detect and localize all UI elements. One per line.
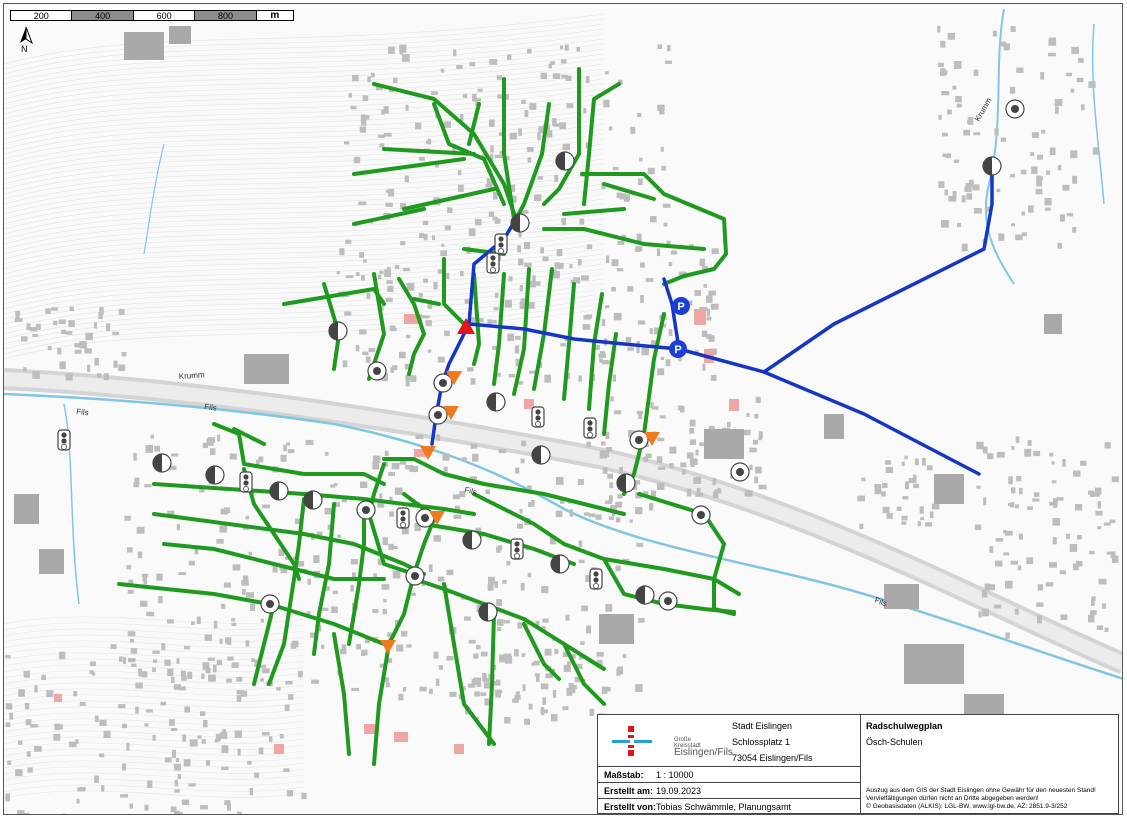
scale-bar: 200 400 600 800 m <box>10 10 294 21</box>
author-label: Erstellt von: <box>604 802 657 812</box>
address-street: Schlossplatz 1 <box>732 737 791 747</box>
map-info-box: Große Kreisstadt Eislingen/Fils Stadt Ei… <box>597 714 1119 814</box>
traffic-light-icon <box>239 471 253 493</box>
label-fils-2: Fils <box>204 402 218 413</box>
traffic-light-icon <box>57 429 71 451</box>
disclaimer-1: Auszug aus dem GIS der Stadt Eislingen o… <box>866 787 1096 794</box>
half-circle-marker-icon <box>205 465 225 485</box>
half-circle-marker-icon <box>462 530 482 550</box>
half-circle-marker-icon <box>303 490 323 510</box>
plan-title: Radschulwegplan <box>866 721 943 731</box>
disclaimer-3: © Geobasisdaten (ALKIS): LGL-BW, www.lgl… <box>866 803 1068 810</box>
half-circle-marker-icon <box>531 445 551 465</box>
school-marker-icon <box>691 505 711 525</box>
traffic-light-icon <box>494 233 508 255</box>
scale-seg-4: 800 <box>195 11 257 21</box>
map-frame[interactable]: Fils Fils Fils Krumm Fils Krumm PP 200 4… <box>3 3 1123 815</box>
half-circle-marker-icon <box>982 156 1002 176</box>
created-value: 19.09.2023 <box>656 786 702 796</box>
half-circle-marker-icon <box>635 585 655 605</box>
school-marker-icon <box>428 405 448 425</box>
scale-label: Maßstab: <box>604 770 644 780</box>
label-fils-1: Fils <box>76 407 89 417</box>
half-circle-marker-icon <box>328 321 348 341</box>
scale-seg-2: 400 <box>72 11 134 21</box>
plan-subtitle: Ösch-Schulen <box>866 737 923 747</box>
north-label: N <box>21 44 28 54</box>
half-circle-marker-icon <box>550 554 570 574</box>
school-marker-icon <box>260 594 280 614</box>
traffic-light-icon <box>531 406 545 428</box>
traffic-light-icon <box>589 568 603 590</box>
half-circle-marker-icon <box>478 602 498 622</box>
half-circle-marker-icon <box>510 213 530 233</box>
school-marker-icon <box>730 462 750 482</box>
school-marker-icon <box>405 566 425 586</box>
scale-seg-3: 600 <box>134 11 196 21</box>
parking-icon: P <box>669 340 687 358</box>
half-circle-marker-icon <box>555 151 575 171</box>
address-zip: 73054 Eislingen/Fils <box>732 753 813 763</box>
scale-unit: m <box>270 10 280 21</box>
disclaimer-2: Vervielfältigungen dürfen nicht an Dritt… <box>866 795 1039 802</box>
school-marker-icon <box>1005 99 1025 119</box>
scale-value: 1 : 10000 <box>656 770 694 780</box>
traffic-light-icon <box>396 507 410 529</box>
north-arrow-icon: N <box>16 26 36 56</box>
half-circle-marker-icon <box>486 392 506 412</box>
traffic-light-icon <box>583 417 597 439</box>
logo-text-line2: Eislingen/Fils <box>674 747 733 758</box>
created-label: Erstellt am: <box>604 786 654 796</box>
address-city: Stadt Eislingen <box>732 721 793 731</box>
parking-icon: P <box>672 297 690 315</box>
half-circle-marker-icon <box>616 473 636 493</box>
school-marker-icon <box>658 591 678 611</box>
scale-seg-1: 200 <box>11 11 73 21</box>
half-circle-marker-icon <box>152 453 172 473</box>
traffic-light-icon <box>486 252 500 274</box>
traffic-light-icon <box>510 538 524 560</box>
map-canvas[interactable]: Fils Fils Fils Krumm Fils Krumm PP <box>4 4 1123 815</box>
svg-text:P: P <box>674 344 681 356</box>
author-value: Tobias Schwämmle, Planungsamt <box>656 802 792 812</box>
svg-text:P: P <box>677 301 684 313</box>
school-marker-icon <box>367 361 387 381</box>
half-circle-marker-icon <box>269 481 289 501</box>
label-krumm-1: Krumm <box>179 370 206 381</box>
city-logo: Große Kreisstadt Eislingen/Fils <box>606 723 733 763</box>
school-marker-icon <box>356 500 376 520</box>
